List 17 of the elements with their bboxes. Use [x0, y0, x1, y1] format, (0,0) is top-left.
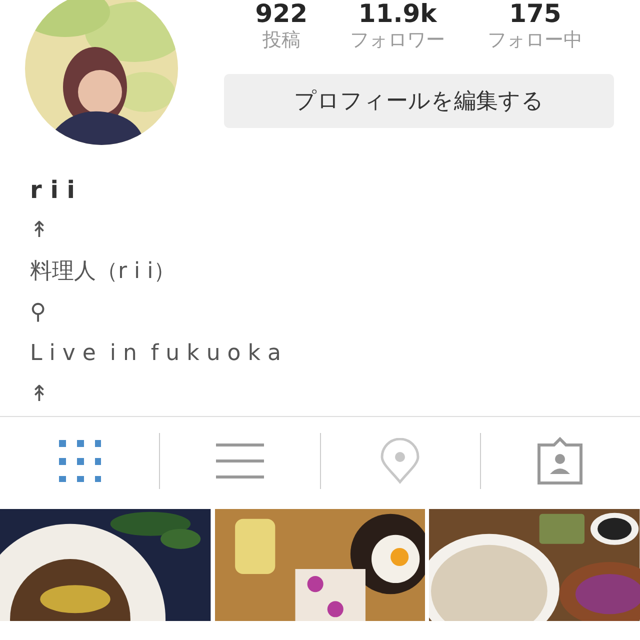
- edit-profile-button[interactable]: プロフィールを編集する: [224, 74, 614, 128]
- bio-line: ⚲: [30, 299, 46, 327]
- stat-label: フォロワー: [350, 28, 446, 52]
- stat-count: 922: [255, 0, 308, 28]
- stat-label: 投稿: [262, 28, 300, 52]
- bio-line: 料理人（r i i）: [30, 258, 176, 286]
- tagged-person-icon: [536, 437, 584, 485]
- stat-label: フォロー中: [488, 28, 583, 52]
- bio-line: L i v e i n f u k u o k a: [30, 340, 281, 368]
- menu-icon: [216, 442, 264, 480]
- grid-icon: [58, 440, 101, 482]
- profile-name: r i i: [30, 175, 75, 206]
- bio-line: ↟: [30, 381, 48, 409]
- stat-count: 11.9k: [358, 0, 437, 28]
- stat-count: 175: [509, 0, 562, 28]
- bio-line: ↟: [30, 217, 48, 245]
- location-pin-icon: [380, 438, 420, 484]
